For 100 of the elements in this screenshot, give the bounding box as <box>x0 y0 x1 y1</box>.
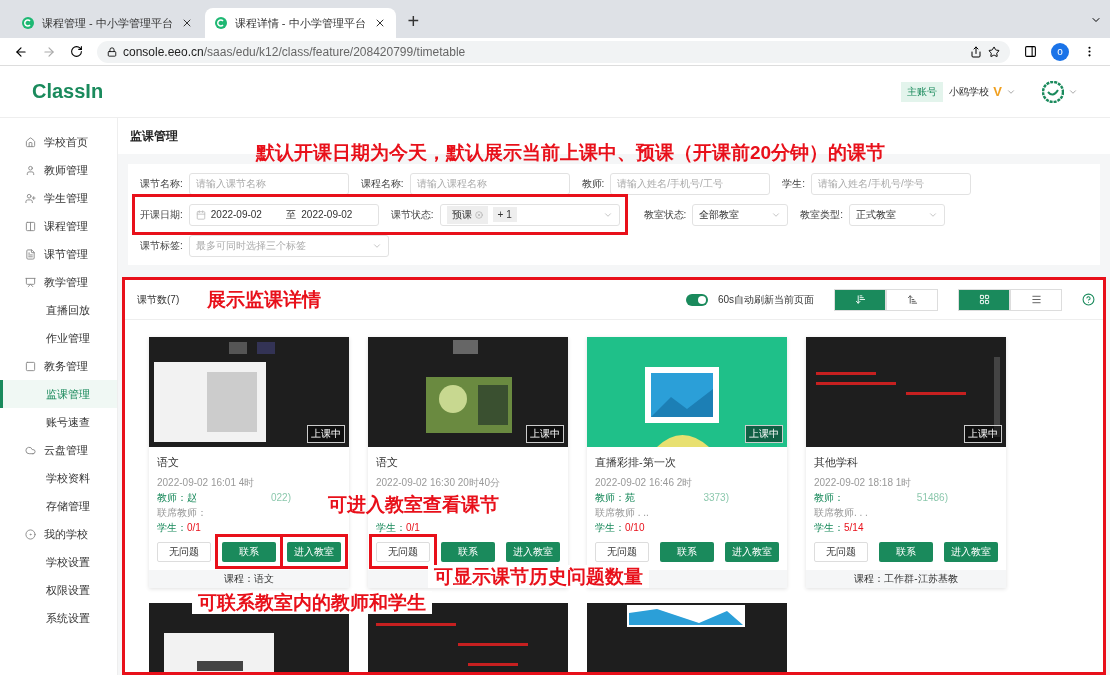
sidebar-item[interactable]: 我的学校 <box>0 520 117 548</box>
page-title: 监课管理 <box>130 127 178 145</box>
card-button[interactable]: 进入教室 <box>506 542 560 562</box>
annotation-text: 默认开课日期为今天，默认展示当前上课中、预课（开课前20分钟）的课节 <box>256 141 886 165</box>
teacher-name: 赵 <box>187 490 197 505</box>
teacher-id: 022) <box>271 492 291 503</box>
card-button[interactable]: 进入教室 <box>287 542 341 562</box>
card-button[interactable]: 无问题 <box>814 542 868 562</box>
sidebar-item[interactable]: 直播回放 <box>0 296 117 324</box>
toggle-label: 60s自动刷新当前页面 <box>717 292 814 307</box>
teacher-name: 苑 <box>625 490 635 505</box>
co-teacher-label: 联席教师： <box>157 505 207 520</box>
status-select[interactable]: 预课 + 1 <box>439 203 620 226</box>
forward-icon[interactable] <box>42 44 56 59</box>
card-button[interactable]: 联系 <box>879 542 933 562</box>
students-label: 学生： <box>814 520 844 535</box>
new-tab-button[interactable]: + <box>407 10 420 33</box>
avatar-icon[interactable] <box>1042 80 1064 103</box>
select-field[interactable]: 正式教室 <box>849 203 946 226</box>
status-badge: 上课中 <box>745 425 783 443</box>
course-name: 课程：语文 <box>224 572 274 586</box>
card-button[interactable]: 联系 <box>441 542 495 562</box>
sidebar-item[interactable]: 学校资料 <box>0 464 117 492</box>
sort-icon <box>854 294 866 305</box>
sidebar-item[interactable]: 学生管理 <box>0 184 117 212</box>
toggle-switch[interactable] <box>685 293 708 306</box>
share-icon[interactable] <box>970 45 982 58</box>
co-teacher-label: 联席教师. . . <box>814 505 868 520</box>
sidebar-item[interactable]: 权限设置 <box>0 576 117 604</box>
lesson-title: 语文 <box>157 455 180 470</box>
address-bar[interactable]: console.eeo.cn/saas/edu/k12/class/feature/208420799/timetable <box>97 40 1010 63</box>
status-badge: 上课中 <box>964 425 1002 443</box>
card-button[interactable]: 无问题 <box>376 542 430 562</box>
field-label: 课程名称: <box>360 176 404 191</box>
sidebar-item[interactable]: 课程管理 <box>0 212 117 240</box>
sidebar-item[interactable]: 作业管理 <box>0 324 117 352</box>
side-panel-icon[interactable] <box>1024 45 1037 58</box>
field-label: 课节标签: <box>140 238 183 253</box>
card-button[interactable]: 无问题 <box>595 542 649 562</box>
lesson-time: 2022-09-02 18:18 1时 <box>814 475 912 490</box>
students-label: 学生： <box>157 520 187 535</box>
lesson-title: 直播彩排-第一次 <box>595 455 677 470</box>
sidebar-item[interactable]: 账号速查 <box>0 408 117 436</box>
card-button[interactable]: 联系 <box>222 542 276 562</box>
sort-icon <box>906 294 918 305</box>
select-field[interactable]: 全部教室 <box>692 203 789 226</box>
lesson-time: 2022-09-02 16:46 2时 <box>595 475 693 490</box>
lesson-title: 其他学科 <box>814 455 859 470</box>
teacher-label: 教师： <box>814 490 844 505</box>
card-button[interactable]: 无问题 <box>157 542 211 562</box>
reload-icon[interactable] <box>70 45 83 58</box>
favicon-icon <box>22 17 34 29</box>
teacher-id: 3373) <box>703 492 729 503</box>
vip-mark: V <box>993 84 1002 99</box>
school-name[interactable]: 小鸥学校 <box>949 84 990 99</box>
teacher-label: 教师： <box>595 490 625 505</box>
field-label: 教室状态: <box>643 207 687 222</box>
grid-icon <box>978 294 990 305</box>
browser-tab[interactable]: 课程详情 - 中小学管理平台 <box>204 8 396 38</box>
field-label: 教室类型: <box>800 207 844 222</box>
browser-tab[interactable]: 课程管理 - 中小学管理平台 <box>12 8 203 38</box>
back-icon[interactable] <box>14 44 28 59</box>
sidebar-item[interactable]: 云盘管理 <box>0 436 117 464</box>
sidebar-item[interactable]: 系统设置 <box>0 604 117 632</box>
field-label: 课节状态: <box>390 207 434 222</box>
students-label: 学生： <box>595 520 625 535</box>
tag: 预课 <box>446 205 488 224</box>
sidebar-item[interactable]: 教务管理 <box>0 352 117 380</box>
student-count: 0/1 <box>406 522 420 533</box>
card-button[interactable]: 联系 <box>660 542 714 562</box>
lesson-time: 2022-09-02 16:30 20时40分 <box>376 475 500 490</box>
sidebar-item[interactable]: 课节管理 <box>0 240 117 268</box>
profile-avatar[interactable]: o <box>1051 42 1069 61</box>
student-count: 5/14 <box>844 522 864 533</box>
lesson-time: 2022-09-02 16:01 4时 <box>157 475 255 490</box>
field-label: 学生: <box>782 176 806 191</box>
field-label: 开课日期: <box>140 207 183 222</box>
favicon-icon <box>214 17 227 29</box>
date-range-field[interactable]: 2022-09-02 至 2022-09-02 <box>188 203 379 226</box>
sidebar-item[interactable]: 学校首页 <box>0 128 117 156</box>
logo: ClassIn <box>32 80 105 103</box>
sidebar-item[interactable]: 教师管理 <box>0 156 117 184</box>
help-icon[interactable] <box>1082 293 1095 306</box>
teacher-id: 51486) <box>916 492 948 503</box>
card-button[interactable]: 进入教室 <box>944 542 998 562</box>
field-label: 课节名称: <box>140 176 183 191</box>
sidebar-item[interactable]: 学校设置 <box>0 548 117 576</box>
status-badge: 上课中 <box>526 425 564 443</box>
grid-view-button[interactable] <box>958 288 1010 311</box>
card-button[interactable]: 进入教室 <box>725 542 779 562</box>
list-icon <box>1030 294 1042 305</box>
star-icon[interactable] <box>988 45 1000 58</box>
lesson-title: 语文 <box>376 455 399 470</box>
sort-button[interactable] <box>834 288 886 311</box>
account-badge: 主账号 <box>901 81 944 102</box>
annotation-text: 可显示课节历史问题数量 <box>428 565 649 588</box>
course-name: 课程：工作群-江苏基教 <box>854 572 958 586</box>
sidebar-item[interactable]: 存储管理 <box>0 492 117 520</box>
sidebar-item[interactable]: 教学管理 <box>0 268 117 296</box>
sidebar-item[interactable]: 监课管理 <box>0 380 117 408</box>
